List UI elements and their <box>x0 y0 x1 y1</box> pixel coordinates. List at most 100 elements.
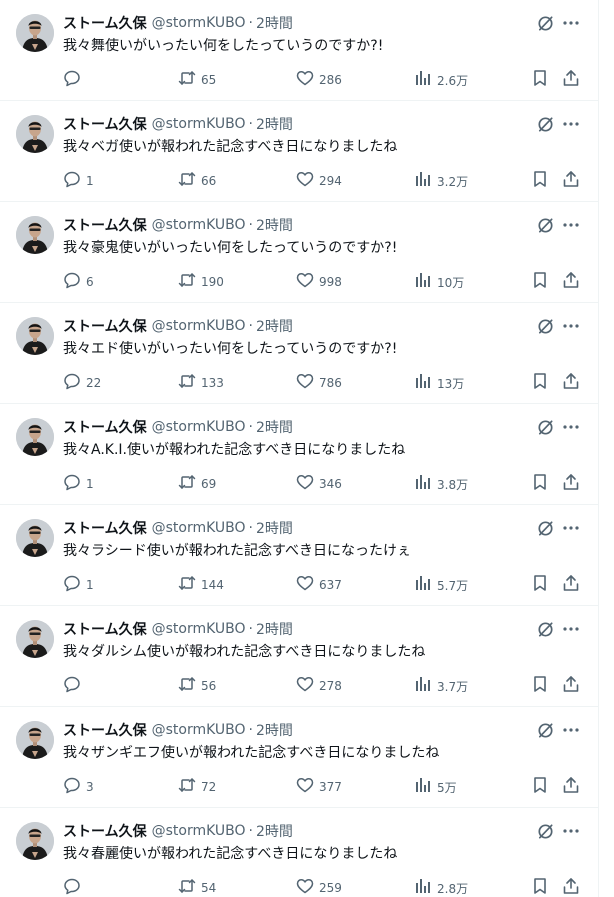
tweet-card[interactable]: ストーム久保 @stormKUBO · 2時間 我々舞使いがいったい何をしたって… <box>0 0 598 101</box>
bookmark-button[interactable] <box>531 472 549 496</box>
retweet-button[interactable]: 144 <box>178 573 224 597</box>
reply-button[interactable]: 1 <box>63 472 94 496</box>
tweet-card[interactable]: ストーム久保 @stormKUBO · 2時間 我々春麗使いが報われた記念すべき… <box>0 808 598 897</box>
reply-button[interactable] <box>63 876 86 897</box>
grok-icon[interactable] <box>535 13 555 33</box>
tweet-card[interactable]: ストーム久保 @stormKUBO · 2時間 我々エド使いがいったい何をしたっ… <box>0 303 598 404</box>
user-handle[interactable]: @stormKUBO <box>152 621 246 637</box>
views-button[interactable]: 2.8万 <box>414 876 468 897</box>
tweet-card[interactable]: ストーム久保 @stormKUBO · 2時間 我々ベガ使いが報われた記念すべき… <box>0 101 598 202</box>
user-handle[interactable]: @stormKUBO <box>152 520 246 536</box>
views-button[interactable]: 3.7万 <box>414 674 468 698</box>
reply-button[interactable]: 1 <box>63 573 94 597</box>
retweet-button[interactable]: 133 <box>178 371 224 395</box>
avatar[interactable] <box>16 115 54 153</box>
share-button[interactable] <box>562 270 580 294</box>
user-handle[interactable]: @stormKUBO <box>152 823 246 839</box>
more-icon[interactable] <box>561 417 581 437</box>
like-button[interactable]: 259 <box>296 876 342 897</box>
timestamp[interactable]: 2時間 <box>256 215 293 235</box>
like-button[interactable]: 377 <box>296 775 342 799</box>
display-name[interactable]: ストーム久保 <box>63 316 147 336</box>
retweet-button[interactable]: 190 <box>178 270 224 294</box>
timestamp[interactable]: 2時間 <box>256 720 293 740</box>
like-button[interactable]: 786 <box>296 371 342 395</box>
display-name[interactable]: ストーム久保 <box>63 720 147 740</box>
more-icon[interactable] <box>561 114 581 134</box>
grok-icon[interactable] <box>535 518 555 538</box>
bookmark-button[interactable] <box>531 775 549 799</box>
reply-button[interactable]: 3 <box>63 775 94 799</box>
views-button[interactable]: 5万 <box>414 775 457 799</box>
tweet-card[interactable]: ストーム久保 @stormKUBO · 2時間 我々豪鬼使いがいったい何をしたっ… <box>0 202 598 303</box>
user-handle[interactable]: @stormKUBO <box>152 318 246 334</box>
timestamp[interactable]: 2時間 <box>256 316 293 336</box>
share-button[interactable] <box>562 573 580 597</box>
user-handle[interactable]: @stormKUBO <box>152 217 246 233</box>
share-button[interactable] <box>562 674 580 698</box>
grok-icon[interactable] <box>535 215 555 235</box>
share-button[interactable] <box>562 472 580 496</box>
display-name[interactable]: ストーム久保 <box>63 417 147 437</box>
like-button[interactable]: 346 <box>296 472 342 496</box>
timestamp[interactable]: 2時間 <box>256 417 293 437</box>
reply-button[interactable]: 6 <box>63 270 94 294</box>
like-button[interactable]: 278 <box>296 674 342 698</box>
tweet-card[interactable]: ストーム久保 @stormKUBO · 2時間 我々A.K.I.使いが報われた記… <box>0 404 598 505</box>
views-button[interactable]: 3.2万 <box>414 169 468 193</box>
retweet-button[interactable]: 66 <box>178 169 216 193</box>
user-handle[interactable]: @stormKUBO <box>152 116 246 132</box>
user-handle[interactable]: @stormKUBO <box>152 722 246 738</box>
views-button[interactable]: 2.6万 <box>414 68 468 92</box>
retweet-button[interactable]: 54 <box>178 876 216 897</box>
display-name[interactable]: ストーム久保 <box>63 518 147 538</box>
avatar[interactable] <box>16 317 54 355</box>
timestamp[interactable]: 2時間 <box>256 518 293 538</box>
share-button[interactable] <box>562 68 580 92</box>
grok-icon[interactable] <box>535 417 555 437</box>
display-name[interactable]: ストーム久保 <box>63 619 147 639</box>
avatar[interactable] <box>16 620 54 658</box>
more-icon[interactable] <box>561 518 581 538</box>
bookmark-button[interactable] <box>531 371 549 395</box>
like-button[interactable]: 286 <box>296 68 342 92</box>
like-button[interactable]: 998 <box>296 270 342 294</box>
grok-icon[interactable] <box>535 114 555 134</box>
retweet-button[interactable]: 72 <box>178 775 216 799</box>
views-button[interactable]: 13万 <box>414 371 464 395</box>
grok-icon[interactable] <box>535 619 555 639</box>
like-button[interactable]: 637 <box>296 573 342 597</box>
more-icon[interactable] <box>561 619 581 639</box>
like-button[interactable]: 294 <box>296 169 342 193</box>
reply-button[interactable] <box>63 68 86 92</box>
bookmark-button[interactable] <box>531 169 549 193</box>
display-name[interactable]: ストーム久保 <box>63 215 147 235</box>
share-button[interactable] <box>562 775 580 799</box>
timestamp[interactable]: 2時間 <box>256 114 293 134</box>
bookmark-button[interactable] <box>531 270 549 294</box>
tweet-card[interactable]: ストーム久保 @stormKUBO · 2時間 我々ダルシム使いが報われた記念す… <box>0 606 598 707</box>
views-button[interactable]: 10万 <box>414 270 464 294</box>
avatar[interactable] <box>16 418 54 456</box>
display-name[interactable]: ストーム久保 <box>63 114 147 134</box>
bookmark-button[interactable] <box>531 573 549 597</box>
display-name[interactable]: ストーム久保 <box>63 13 147 33</box>
timestamp[interactable]: 2時間 <box>256 619 293 639</box>
reply-button[interactable]: 22 <box>63 371 101 395</box>
retweet-button[interactable]: 69 <box>178 472 216 496</box>
avatar[interactable] <box>16 721 54 759</box>
more-icon[interactable] <box>561 720 581 740</box>
user-handle[interactable]: @stormKUBO <box>152 15 246 31</box>
more-icon[interactable] <box>561 13 581 33</box>
avatar[interactable] <box>16 822 54 860</box>
more-icon[interactable] <box>561 821 581 841</box>
grok-icon[interactable] <box>535 316 555 336</box>
reply-button[interactable] <box>63 674 86 698</box>
display-name[interactable]: ストーム久保 <box>63 821 147 841</box>
more-icon[interactable] <box>561 215 581 235</box>
tweet-card[interactable]: ストーム久保 @stormKUBO · 2時間 我々ラシード使いが報われた記念す… <box>0 505 598 606</box>
more-icon[interactable] <box>561 316 581 336</box>
timestamp[interactable]: 2時間 <box>256 821 293 841</box>
grok-icon[interactable] <box>535 720 555 740</box>
avatar[interactable] <box>16 216 54 254</box>
